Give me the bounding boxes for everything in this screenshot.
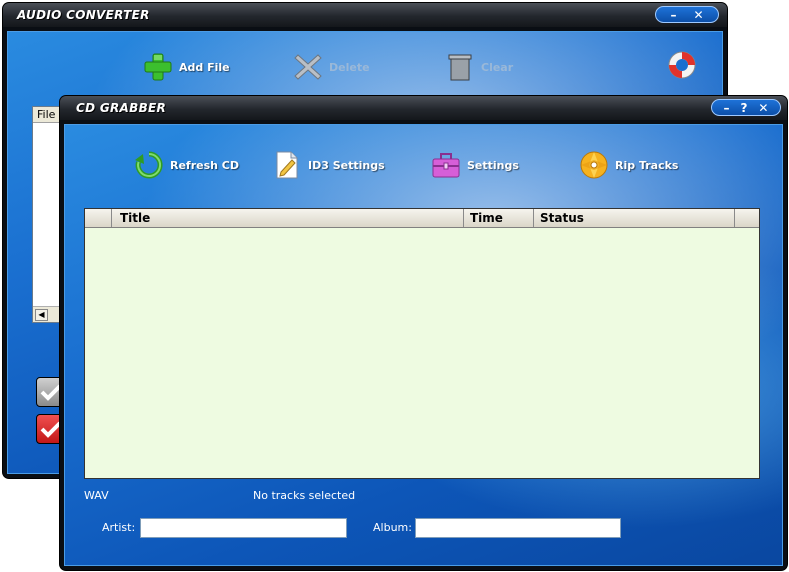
time-column-header[interactable]: Time [464, 209, 534, 227]
scroll-left-icon[interactable]: ◀ [35, 309, 48, 321]
toolbox-icon [431, 150, 461, 180]
clear-button[interactable]: Clear [445, 52, 513, 82]
clear-label: Clear [481, 60, 514, 74]
artist-label: Artist: [102, 521, 136, 534]
cd-grabber-window-controls: – ? ✕ [711, 99, 781, 116]
audio-converter-window-controls: – ✕ [655, 6, 719, 23]
help-button[interactable] [667, 50, 697, 80]
checkbox-column-header[interactable] [85, 209, 112, 227]
minimize-button[interactable]: – [723, 102, 729, 114]
album-input[interactable] [415, 518, 621, 538]
refresh-icon [134, 150, 164, 180]
track-list-header: Title Time Status [85, 209, 759, 228]
delete-button[interactable]: Delete [293, 52, 370, 82]
close-button[interactable]: ✕ [693, 9, 703, 21]
plus-icon [143, 52, 173, 82]
selection-status-text: No tracks selected [253, 489, 356, 502]
add-file-button[interactable]: Add File [143, 52, 230, 82]
document-pencil-icon [272, 150, 302, 180]
audio-converter-titlebar[interactable]: AUDIO CONVERTER – ✕ [3, 3, 727, 27]
artist-input[interactable] [140, 518, 347, 538]
delete-label: Delete [329, 60, 370, 74]
id3-settings-button[interactable]: ID3 Settings [272, 150, 385, 180]
audio-converter-title: AUDIO CONVERTER [17, 8, 150, 22]
settings-label: Settings [467, 158, 519, 172]
title-column-header[interactable]: Title [112, 209, 464, 227]
album-label: Album: [373, 521, 412, 534]
rip-tracks-button[interactable]: Rip Tracks [579, 150, 678, 180]
status-column-header[interactable]: Status [534, 209, 735, 227]
delete-x-icon [293, 52, 323, 82]
help-button[interactable]: ? [740, 102, 747, 114]
id3-settings-label: ID3 Settings [308, 158, 385, 172]
filler-column-header [735, 209, 759, 227]
rip-tracks-label: Rip Tracks [615, 158, 679, 172]
output-format-label: WAV [84, 489, 109, 502]
refresh-cd-label: Refresh CD [170, 158, 240, 172]
disc-icon [579, 150, 609, 180]
add-file-label: Add File [179, 60, 230, 74]
close-button[interactable]: ✕ [758, 102, 768, 114]
refresh-cd-button[interactable]: Refresh CD [134, 150, 239, 180]
trash-icon [445, 52, 475, 82]
lifebuoy-icon [667, 50, 697, 80]
cd-grabber-titlebar[interactable]: CD GRABBER – ? ✕ [60, 96, 787, 120]
track-list[interactable]: Title Time Status [84, 208, 760, 479]
minimize-button[interactable]: – [670, 9, 676, 21]
settings-button[interactable]: Settings [431, 150, 519, 180]
cd-grabber-title: CD GRABBER [76, 101, 167, 115]
